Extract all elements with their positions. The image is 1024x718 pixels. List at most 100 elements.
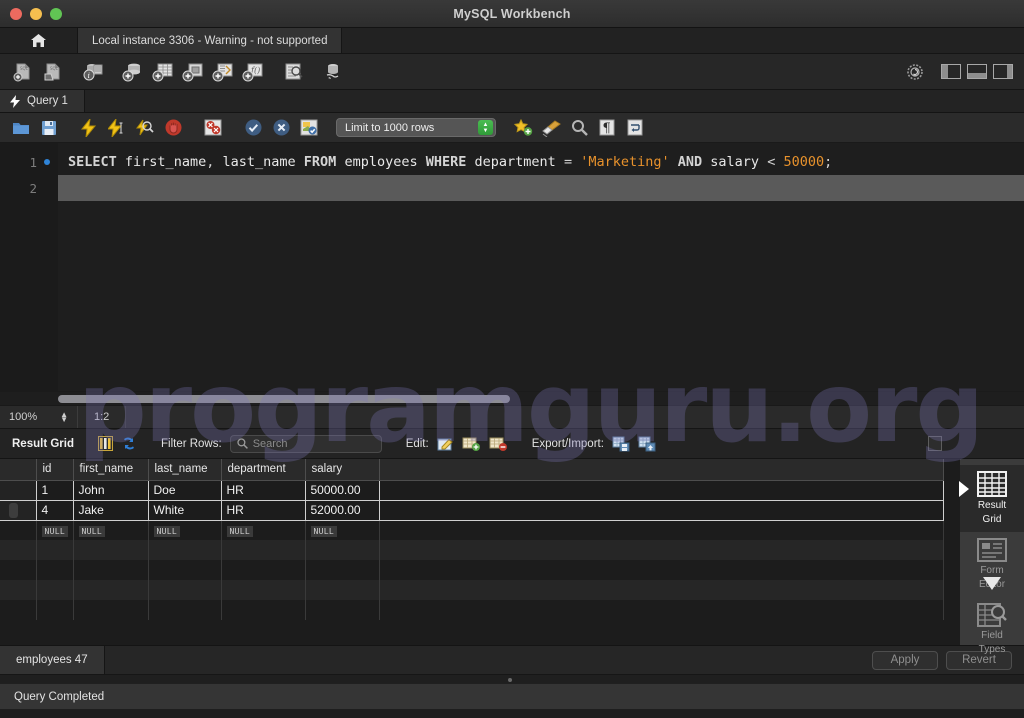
zoom-stepper-icon[interactable]: ▲ ▼	[60, 411, 68, 424]
cell-department-null[interactable]: NULL	[221, 520, 306, 540]
new-sql-file-icon[interactable]: SQL	[8, 58, 38, 86]
new-view-icon[interactable]	[178, 58, 208, 86]
home-tab-button[interactable]	[0, 28, 78, 53]
row-selector[interactable]	[0, 500, 37, 521]
toggle-invisible-chars-icon[interactable]: ¶	[594, 116, 620, 140]
column-header-first-name[interactable]: first_name	[73, 459, 149, 481]
refresh-icon[interactable]	[121, 436, 137, 451]
window-controls	[0, 7, 62, 20]
view-tab-result-grid[interactable]: Result Grid	[960, 465, 1024, 532]
toggle-sidebar-icon[interactable]	[938, 62, 964, 82]
query-tabbar: Query 1	[0, 90, 1024, 113]
editor-zoom-control[interactable]: 100% ▲ ▼	[0, 406, 78, 428]
cell-first-name-null[interactable]: NULL	[73, 520, 149, 540]
table-row[interactable]: 4 Jake White HR 52000.00	[0, 500, 944, 521]
stop-execution-icon[interactable]	[160, 116, 186, 140]
minimize-window-button[interactable]	[30, 7, 42, 20]
column-header-salary[interactable]: salary	[305, 459, 380, 481]
code-line-1[interactable]: SELECT first_name, last_name FROM employ…	[58, 149, 1024, 175]
tab-query-1[interactable]: Query 1	[0, 90, 85, 112]
cell-salary[interactable]: 52000.00	[305, 500, 380, 521]
view-tab-field-types[interactable]: Field Types	[960, 597, 1024, 662]
cell-first-name[interactable]: Jake	[73, 500, 149, 521]
commit-transaction-icon[interactable]	[240, 116, 266, 140]
code-line-2[interactable]	[58, 175, 1024, 201]
row-selector[interactable]	[0, 480, 37, 501]
search-input[interactable]: Search	[229, 434, 382, 453]
scrollbar-track[interactable]	[58, 395, 1020, 403]
close-window-button[interactable]	[10, 7, 22, 20]
scrollbar-thumb[interactable]	[58, 395, 510, 403]
sql-keyword-select: SELECT	[68, 154, 117, 170]
execute-current-statement-icon[interactable]	[104, 116, 130, 140]
new-schema-icon[interactable]	[118, 58, 148, 86]
null-chip: NULL	[226, 526, 253, 538]
toggle-stop-on-error-icon[interactable]	[200, 116, 226, 140]
cell-last-name[interactable]: White	[148, 500, 222, 521]
result-grid[interactable]: id first_name last_name department salar…	[0, 459, 960, 645]
instance-tab-local-3306[interactable]: Local instance 3306 - Warning - not supp…	[78, 28, 343, 53]
new-procedure-icon[interactable]	[208, 58, 238, 86]
connection-info-icon[interactable]: i	[78, 58, 108, 86]
bottom-scroll-band[interactable]	[0, 674, 1024, 683]
column-header-department[interactable]: department	[221, 459, 306, 481]
rollback-transaction-icon[interactable]	[268, 116, 294, 140]
insert-row-icon[interactable]	[462, 436, 481, 451]
cell-department[interactable]: HR	[221, 480, 306, 501]
wrap-lines-icon[interactable]	[622, 116, 648, 140]
toggle-output-icon[interactable]	[964, 62, 990, 82]
beautify-sql-icon[interactable]	[510, 116, 536, 140]
row-limit-select[interactable]: Limit to 1000 rows ▲ ▼	[336, 118, 496, 137]
apply-button[interactable]: Apply	[872, 650, 938, 670]
sql-column-department: department	[474, 154, 556, 170]
column-header-id[interactable]: id	[36, 459, 74, 481]
cell-id-null[interactable]: NULL	[36, 520, 74, 540]
cell-department[interactable]: HR	[221, 500, 306, 521]
row-selector-header[interactable]	[0, 459, 37, 481]
table-row[interactable]: 1 John Doe HR 50000.00	[0, 480, 944, 501]
cell-salary[interactable]: 50000.00	[305, 480, 380, 501]
find-icon[interactable]	[566, 116, 592, 140]
new-function-icon[interactable]: f()	[238, 58, 268, 86]
reconnect-dbms-icon[interactable]	[318, 58, 348, 86]
open-sql-file-icon[interactable]: SQL	[38, 58, 68, 86]
edit-row-icon[interactable]	[437, 436, 454, 451]
admin-gear-icon[interactable]	[902, 62, 928, 82]
breakpoint-dot-icon[interactable]	[44, 159, 50, 165]
code-area[interactable]: SELECT first_name, last_name FROM employ…	[58, 143, 1024, 391]
table-row-new-placeholder[interactable]: NULL NULL NULL NULL NULL	[0, 520, 944, 540]
cell-first-name[interactable]: John	[73, 480, 149, 501]
cell-id[interactable]: 4	[36, 500, 74, 521]
chevron-down-icon[interactable]	[979, 575, 1005, 593]
svg-text:SQL: SQL	[20, 66, 29, 71]
grid-columns-icon[interactable]	[97, 436, 113, 451]
gutter-line-1[interactable]: 1	[0, 149, 58, 175]
wrap-cell-content-icon[interactable]	[928, 436, 942, 451]
export-recordset-icon[interactable]	[612, 436, 630, 452]
import-recordset-icon[interactable]	[638, 436, 656, 452]
cell-salary-null[interactable]: NULL	[305, 520, 380, 540]
new-table-icon[interactable]	[148, 58, 178, 86]
gutter-line-2[interactable]: 2	[0, 175, 58, 201]
cell-last-name-null[interactable]: NULL	[148, 520, 222, 540]
result-view-switcher: Result Grid Form Editor	[959, 459, 1024, 655]
explain-query-icon[interactable]	[132, 116, 158, 140]
cell-id[interactable]: 1	[36, 480, 74, 501]
cell-last-name[interactable]: Doe	[148, 480, 222, 501]
result-tab-employees[interactable]: employees 47	[0, 646, 105, 674]
clear-sql-icon[interactable]	[538, 116, 564, 140]
open-script-icon[interactable]	[8, 116, 34, 140]
search-table-data-icon[interactable]	[278, 58, 308, 86]
toggle-autocommit-icon[interactable]	[296, 116, 322, 140]
row-selector[interactable]	[0, 520, 37, 540]
sql-editor[interactable]: 1 2 SELECT first_name, last_name FROM em…	[0, 143, 1024, 391]
toggle-secondary-sidebar-icon[interactable]	[990, 62, 1016, 82]
maximize-window-button[interactable]	[50, 7, 62, 20]
delete-row-icon[interactable]	[489, 436, 508, 451]
editor-horizontal-scrollbar[interactable]	[0, 391, 1024, 405]
execute-statement-icon[interactable]	[76, 116, 102, 140]
row-limit-stepper-icon[interactable]: ▲ ▼	[478, 120, 493, 135]
column-header-last-name[interactable]: last_name	[148, 459, 222, 481]
field-types-icon	[977, 603, 1007, 627]
save-script-icon[interactable]	[36, 116, 62, 140]
